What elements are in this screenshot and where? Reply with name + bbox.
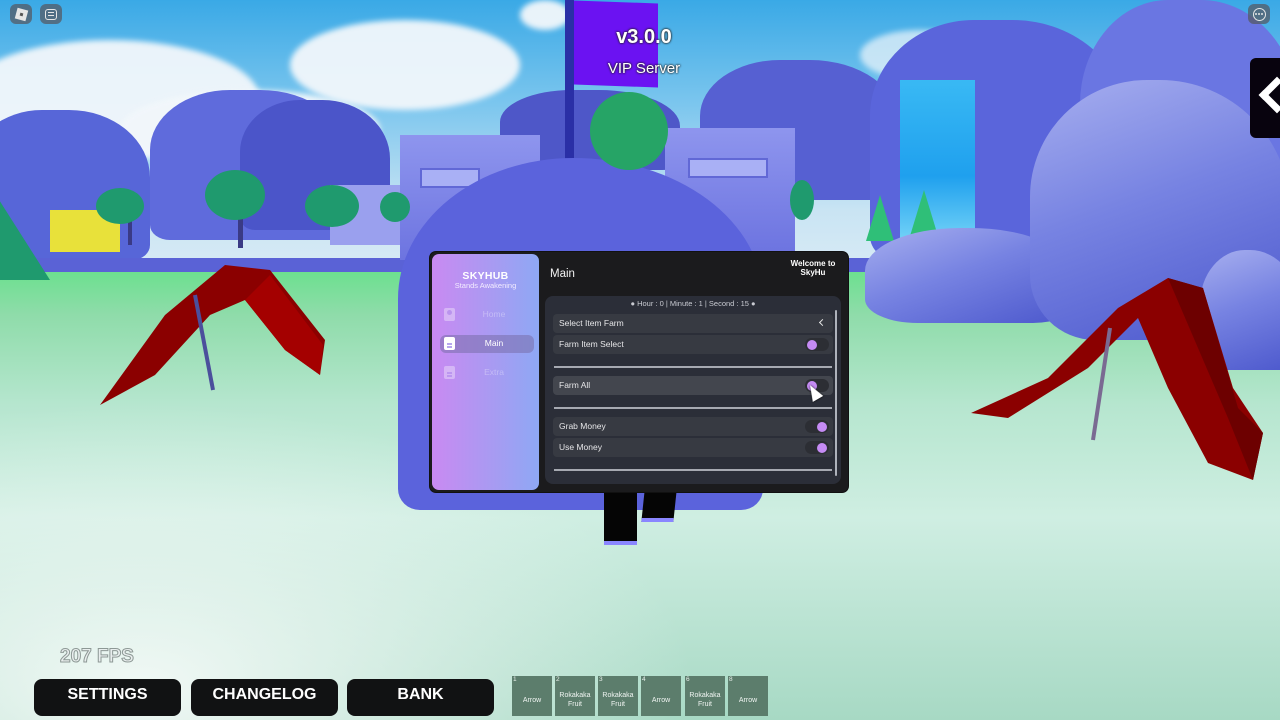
collapse-panel-button[interactable] xyxy=(1250,58,1280,138)
chat-icon xyxy=(45,8,57,20)
tree xyxy=(790,180,814,220)
toggle-knob xyxy=(807,339,817,350)
use-money-row[interactable]: Use Money xyxy=(553,438,833,457)
roblox-menu-button[interactable] xyxy=(10,4,32,24)
tree xyxy=(96,188,144,224)
scrollbar[interactable] xyxy=(835,310,837,476)
grab-money-row[interactable]: Grab Money xyxy=(553,417,833,436)
hub-sidebar: SKYHUB Stands Awakening Home Main Extra xyxy=(432,254,539,490)
farm-item-select-toggle[interactable] xyxy=(805,338,829,351)
player-leg xyxy=(604,490,637,545)
chevron-left-icon xyxy=(818,318,827,327)
chevron-left-icon xyxy=(1258,76,1280,114)
chat-button[interactable] xyxy=(40,4,62,24)
use-money-toggle[interactable] xyxy=(805,441,829,454)
timer-text: Hour : 0 | Minute : 1 | Second : 15 xyxy=(637,299,749,308)
slot-number: 8 xyxy=(729,676,733,683)
roblox-menu-icon xyxy=(14,7,28,21)
changelog-button[interactable]: CHANGELOG xyxy=(191,679,338,716)
slot-item: Rokakaka Fruit xyxy=(559,692,591,708)
hub-subtitle: Stands Awakening xyxy=(454,281,517,290)
slot-number: 4 xyxy=(642,676,646,683)
hotbar-slot[interactable]: 6 Rokakaka Fruit xyxy=(685,676,725,716)
nav-item-label: Main xyxy=(484,338,504,348)
divider xyxy=(554,366,832,368)
welcome-label: Welcome to SkyHu xyxy=(790,259,836,277)
tree xyxy=(305,185,359,227)
page-title: Main xyxy=(550,268,575,280)
hotbar-slot[interactable]: 4 Arrow xyxy=(641,676,681,716)
hotbar-slot[interactable]: 2 Rokakaka Fruit xyxy=(555,676,595,716)
nav-item-extra[interactable]: Extra xyxy=(440,364,534,382)
row-label: Use Money xyxy=(559,442,602,452)
user-icon xyxy=(444,308,455,321)
slot-item: Rokakaka Fruit xyxy=(689,692,721,708)
pine-tree xyxy=(866,195,894,241)
farm-item-select-row[interactable]: Farm Item Select xyxy=(553,335,833,354)
slot-item: Arrow xyxy=(522,696,542,704)
toggle-knob xyxy=(817,442,827,453)
version-label: v3.0.0 xyxy=(616,26,672,48)
document-icon xyxy=(444,366,455,379)
skyhub-window: SKYHUB Stands Awakening Home Main Extra … xyxy=(430,252,848,492)
server-type-label: VIP Server xyxy=(607,60,681,77)
tree xyxy=(380,192,410,222)
flag-pole xyxy=(565,0,574,160)
toggle-knob xyxy=(817,421,827,432)
hotbar-slot[interactable]: 1 Arrow xyxy=(512,676,552,716)
farm-all-row[interactable]: Farm All xyxy=(553,376,833,395)
row-label: Farm All xyxy=(559,380,591,390)
row-label: Grab Money xyxy=(559,421,606,431)
more-options-button[interactable] xyxy=(1248,4,1270,24)
nav-item-label: Extra xyxy=(484,367,504,377)
tree xyxy=(205,170,265,220)
cloud xyxy=(290,20,520,110)
bank-button[interactable]: BANK xyxy=(347,679,494,716)
slot-number: 2 xyxy=(556,676,560,683)
slot-item: Arrow xyxy=(738,696,758,704)
slot-item: Arrow xyxy=(651,696,671,704)
fps-counter: 207 FPS xyxy=(60,646,135,668)
settings-button[interactable]: SETTINGS xyxy=(34,679,181,716)
red-slide xyxy=(971,278,1263,480)
slot-number: 6 xyxy=(686,676,690,683)
slot-number: 3 xyxy=(599,676,603,683)
player-head xyxy=(590,92,668,170)
row-label: Farm Item Select xyxy=(559,339,624,349)
hotbar-slot[interactable]: 3 Rokakaka Fruit xyxy=(598,676,638,716)
nav-item-home[interactable]: Home xyxy=(440,306,534,324)
document-icon xyxy=(444,337,455,350)
session-timer: ● Hour : 0 | Minute : 1 | Second : 15 ● xyxy=(630,299,756,308)
slot-item: Rokakaka Fruit xyxy=(602,692,634,708)
nav-item-main[interactable]: Main xyxy=(440,335,534,353)
divider xyxy=(554,407,832,409)
divider xyxy=(554,469,832,471)
hub-content-panel: ● Hour : 0 | Minute : 1 | Second : 15 ● … xyxy=(545,296,841,484)
more-options-icon xyxy=(1252,7,1266,21)
player-leg xyxy=(641,490,677,522)
nav-item-label: Home xyxy=(482,309,506,319)
slot-number: 1 xyxy=(513,676,517,683)
select-item-farm-dropdown[interactable]: Select Item Farm xyxy=(553,314,833,333)
building-window xyxy=(688,158,768,178)
row-label: Select Item Farm xyxy=(559,318,624,328)
grab-money-toggle[interactable] xyxy=(805,420,829,433)
red-slide xyxy=(100,265,325,405)
hotbar-slot[interactable]: 8 Arrow xyxy=(728,676,768,716)
